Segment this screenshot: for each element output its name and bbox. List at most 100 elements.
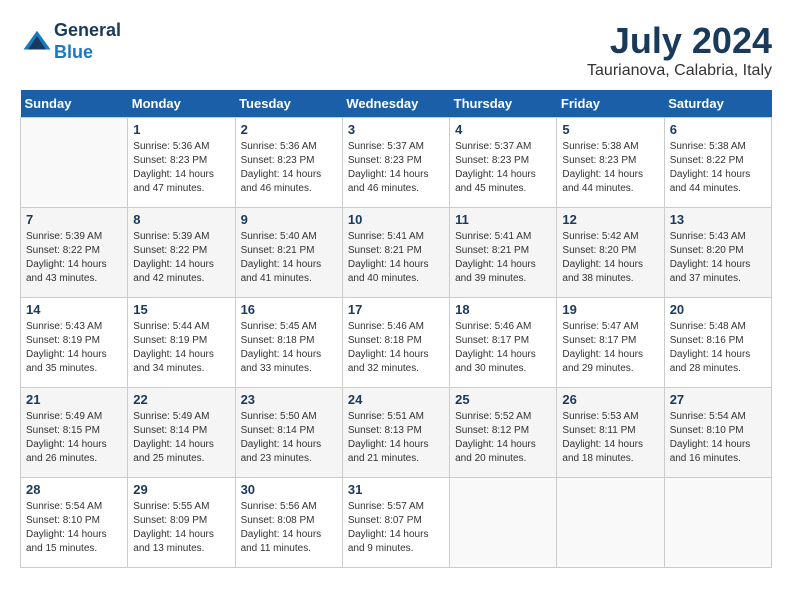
cell-content: Sunrise: 5:45 AMSunset: 8:18 PMDaylight:… [241, 320, 337, 376]
cell-content: Sunrise: 5:41 AMSunset: 8:21 PMDaylight:… [455, 230, 551, 286]
calendar-cell: 2 Sunrise: 5:36 AMSunset: 8:23 PMDaylight… [235, 118, 342, 208]
cell-content: Sunrise: 5:37 AMSunset: 8:23 PMDaylight:… [348, 140, 444, 196]
logo: General Blue [20, 20, 121, 63]
day-number: 3 [348, 122, 444, 137]
cell-content: Sunrise: 5:54 AMSunset: 8:10 PMDaylight:… [26, 500, 122, 556]
calendar-cell: 27 Sunrise: 5:54 AMSunset: 8:10 PMDayligh… [664, 388, 771, 478]
calendar-cell: 12 Sunrise: 5:42 AMSunset: 8:20 PMDayligh… [557, 208, 664, 298]
cell-content: Sunrise: 5:38 AMSunset: 8:23 PMDaylight:… [562, 140, 658, 196]
month-title: July 2024 [587, 20, 772, 62]
cell-content: Sunrise: 5:49 AMSunset: 8:14 PMDaylight:… [133, 410, 229, 466]
calendar-cell: 7 Sunrise: 5:39 AMSunset: 8:22 PMDaylight… [21, 208, 128, 298]
week-row-2: 7 Sunrise: 5:39 AMSunset: 8:22 PMDaylight… [21, 208, 772, 298]
calendar-cell: 4Sunrise: 5:37 AMSunset: 8:23 PMDaylight… [450, 118, 557, 208]
calendar-cell: 16 Sunrise: 5:45 AMSunset: 8:18 PMDayligh… [235, 298, 342, 388]
calendar-cell: 14 Sunrise: 5:43 AMSunset: 8:19 PMDayligh… [21, 298, 128, 388]
cell-content: Sunrise: 5:46 AMSunset: 8:17 PMDaylight:… [455, 320, 551, 376]
day-number: 30 [241, 482, 337, 497]
calendar-cell: 25 Sunrise: 5:52 AMSunset: 8:12 PMDayligh… [450, 388, 557, 478]
day-number: 20 [670, 302, 766, 317]
calendar-cell: 13 Sunrise: 5:43 AMSunset: 8:20 PMDayligh… [664, 208, 771, 298]
day-number: 19 [562, 302, 658, 317]
calendar-table: SundayMondayTuesdayWednesdayThursdayFrid… [20, 90, 772, 568]
page-header: General Blue July 2024 Taurianova, Calab… [20, 20, 772, 80]
day-number: 1 [133, 122, 229, 137]
calendar-cell: 18 Sunrise: 5:46 AMSunset: 8:17 PMDayligh… [450, 298, 557, 388]
day-number: 9 [241, 212, 337, 227]
cell-content: Sunrise: 5:36 AMSunset: 8:23 PMDaylight:… [241, 140, 337, 196]
day-number: 26 [562, 392, 658, 407]
calendar-cell: 5Sunrise: 5:38 AMSunset: 8:23 PMDaylight… [557, 118, 664, 208]
day-number: 6 [670, 122, 766, 137]
cell-content: Sunrise: 5:38 AMSunset: 8:22 PMDaylight:… [670, 140, 766, 196]
cell-content: Sunrise: 5:47 AMSunset: 8:17 PMDaylight:… [562, 320, 658, 376]
day-number: 4 [455, 122, 551, 137]
cell-content: Sunrise: 5:43 AMSunset: 8:20 PMDaylight:… [670, 230, 766, 286]
calendar-cell: 10 Sunrise: 5:41 AMSunset: 8:21 PMDayligh… [342, 208, 449, 298]
day-number: 7 [26, 212, 122, 227]
week-row-4: 21Sunrise: 5:49 AMSunset: 8:15 PMDayligh… [21, 388, 772, 478]
cell-content: Sunrise: 5:50 AMSunset: 8:14 PMDaylight:… [241, 410, 337, 466]
cell-content: Sunrise: 5:46 AMSunset: 8:18 PMDaylight:… [348, 320, 444, 376]
location: Taurianova, Calabria, Italy [587, 62, 772, 80]
calendar-cell [664, 478, 771, 568]
logo-icon [22, 27, 52, 57]
calendar-body: 1 Sunrise: 5:36 AMSunset: 8:23 PMDaylight… [21, 118, 772, 568]
day-number: 28 [26, 482, 122, 497]
calendar-header: SundayMondayTuesdayWednesdayThursdayFrid… [21, 90, 772, 118]
day-header-thursday: Thursday [450, 90, 557, 118]
title-section: July 2024 Taurianova, Calabria, Italy [587, 20, 772, 80]
day-number: 15 [133, 302, 229, 317]
calendar-cell: 15 Sunrise: 5:44 AMSunset: 8:19 PMDayligh… [128, 298, 235, 388]
cell-content: Sunrise: 5:41 AMSunset: 8:21 PMDaylight:… [348, 230, 444, 286]
day-number: 31 [348, 482, 444, 497]
day-number: 24 [348, 392, 444, 407]
calendar-cell: 22Sunrise: 5:49 AMSunset: 8:14 PMDayligh… [128, 388, 235, 478]
day-header-saturday: Saturday [664, 90, 771, 118]
day-number: 18 [455, 302, 551, 317]
calendar-cell: 8 Sunrise: 5:39 AMSunset: 8:22 PMDaylight… [128, 208, 235, 298]
day-header-tuesday: Tuesday [235, 90, 342, 118]
cell-content: Sunrise: 5:39 AMSunset: 8:22 PMDaylight:… [133, 230, 229, 286]
calendar-cell: 9 Sunrise: 5:40 AMSunset: 8:21 PMDaylight… [235, 208, 342, 298]
logo-text: General Blue [54, 20, 121, 63]
cell-content: Sunrise: 5:44 AMSunset: 8:19 PMDaylight:… [133, 320, 229, 376]
calendar-cell: 26Sunrise: 5:53 AMSunset: 8:11 PMDayligh… [557, 388, 664, 478]
calendar-cell: 17 Sunrise: 5:46 AMSunset: 8:18 PMDayligh… [342, 298, 449, 388]
cell-content: Sunrise: 5:39 AMSunset: 8:22 PMDaylight:… [26, 230, 122, 286]
day-number: 10 [348, 212, 444, 227]
cell-content: Sunrise: 5:49 AMSunset: 8:15 PMDaylight:… [26, 410, 122, 466]
cell-content: Sunrise: 5:54 AMSunset: 8:10 PMDaylight:… [670, 410, 766, 466]
calendar-cell: 23 Sunrise: 5:50 AMSunset: 8:14 PMDayligh… [235, 388, 342, 478]
day-number: 2 [241, 122, 337, 137]
day-number: 23 [241, 392, 337, 407]
day-number: 13 [670, 212, 766, 227]
calendar-cell: 28 Sunrise: 5:54 AMSunset: 8:10 PMDayligh… [21, 478, 128, 568]
day-header-sunday: Sunday [21, 90, 128, 118]
header-row: SundayMondayTuesdayWednesdayThursdayFrid… [21, 90, 772, 118]
day-number: 27 [670, 392, 766, 407]
calendar-cell: 21Sunrise: 5:49 AMSunset: 8:15 PMDayligh… [21, 388, 128, 478]
calendar-cell: 1 Sunrise: 5:36 AMSunset: 8:23 PMDaylight… [128, 118, 235, 208]
cell-content: Sunrise: 5:40 AMSunset: 8:21 PMDaylight:… [241, 230, 337, 286]
cell-content: Sunrise: 5:43 AMSunset: 8:19 PMDaylight:… [26, 320, 122, 376]
cell-content: Sunrise: 5:51 AMSunset: 8:13 PMDaylight:… [348, 410, 444, 466]
cell-content: Sunrise: 5:57 AMSunset: 8:07 PMDaylight:… [348, 500, 444, 556]
day-number: 14 [26, 302, 122, 317]
day-number: 17 [348, 302, 444, 317]
cell-content: Sunrise: 5:36 AMSunset: 8:23 PMDaylight:… [133, 140, 229, 196]
day-number: 8 [133, 212, 229, 227]
calendar-cell [21, 118, 128, 208]
cell-content: Sunrise: 5:48 AMSunset: 8:16 PMDaylight:… [670, 320, 766, 376]
cell-content: Sunrise: 5:55 AMSunset: 8:09 PMDaylight:… [133, 500, 229, 556]
cell-content: Sunrise: 5:56 AMSunset: 8:08 PMDaylight:… [241, 500, 337, 556]
day-number: 12 [562, 212, 658, 227]
cell-content: Sunrise: 5:52 AMSunset: 8:12 PMDaylight:… [455, 410, 551, 466]
cell-content: Sunrise: 5:42 AMSunset: 8:20 PMDaylight:… [562, 230, 658, 286]
calendar-cell [450, 478, 557, 568]
day-header-wednesday: Wednesday [342, 90, 449, 118]
day-number: 16 [241, 302, 337, 317]
day-header-friday: Friday [557, 90, 664, 118]
day-number: 25 [455, 392, 551, 407]
calendar-cell [557, 478, 664, 568]
